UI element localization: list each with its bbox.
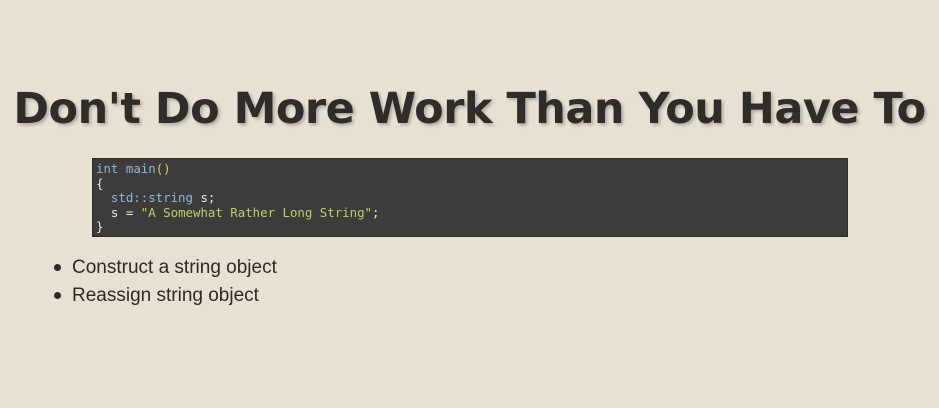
bullet-dot-icon — [54, 264, 61, 271]
bullet-text: Reassign string object — [72, 285, 259, 306]
code-function-name: main — [125, 161, 156, 176]
bullet-dot-icon — [54, 292, 61, 299]
bullet-item: Construct a string object — [52, 254, 277, 282]
bullet-list: Construct a string object Reassign strin… — [52, 254, 277, 310]
code-assign-prefix: s = — [96, 204, 141, 220]
code-parens: () — [155, 161, 171, 176]
code-string-literal: "A Somewhat Rather Long String" — [140, 204, 373, 220]
code-semicolon: ; — [372, 204, 380, 220]
bullet-item: Reassign string object — [52, 282, 277, 310]
code-line-2: { — [96, 175, 104, 191]
code-block: int main() { std::string s; s = "A Somew… — [92, 158, 848, 237]
bullet-text: Construct a string object — [72, 257, 277, 278]
code-keyword-int: int — [96, 161, 119, 176]
code-line-1: int main() — [96, 161, 847, 177]
code-line-5: } — [96, 219, 104, 235]
slide-title: Don't Do More Work Than You Have To — [13, 84, 926, 134]
code-type-name: std::string — [110, 190, 193, 206]
code-declaration-rest: s; — [192, 190, 216, 206]
slide: Don't Do More Work Than You Have To int … — [0, 0, 939, 408]
code-line-4: s = "A Somewhat Rather Long String"; — [96, 204, 847, 221]
code-line-3: std::string s; — [96, 190, 847, 206]
